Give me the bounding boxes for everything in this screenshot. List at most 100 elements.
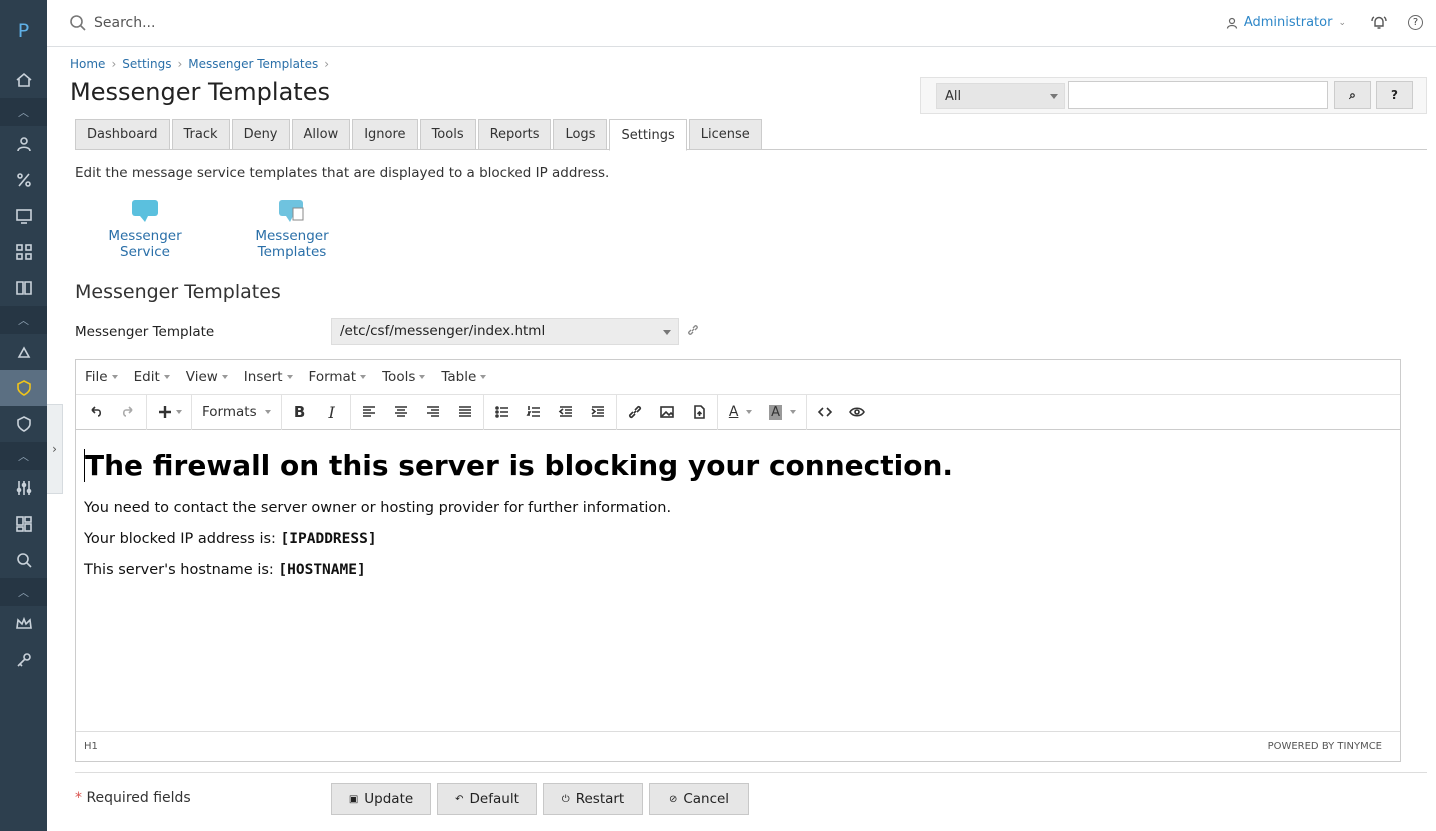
menu-insert[interactable]: Insert (239, 369, 298, 385)
source-code-icon[interactable] (809, 398, 841, 426)
preview-eye-icon[interactable] (841, 398, 873, 426)
tab-settings[interactable]: Settings (609, 119, 687, 151)
page-title: Messenger Templates (70, 78, 330, 106)
link-icon[interactable] (687, 324, 699, 336)
toolbar-divider (615, 394, 617, 430)
key-icon[interactable] (0, 642, 47, 678)
search-help-button[interactable]: ? (1376, 81, 1413, 109)
top-bar: Search... Administrator ⌄ ? (47, 0, 1436, 47)
background-color-icon[interactable]: A (762, 398, 804, 426)
tab-deny[interactable]: Deny (231, 119, 290, 150)
user-name: Administrator (1243, 15, 1333, 30)
default-button[interactable]: ↶ Default (437, 783, 537, 815)
chevron-down-icon (163, 375, 170, 379)
breadcrumb-separator-icon: › (111, 57, 117, 71)
menu-table[interactable]: Table (436, 369, 491, 385)
redo-icon[interactable] (112, 398, 144, 426)
formats-dropdown[interactable]: Formats (194, 404, 279, 420)
firewall-icon[interactable] (0, 370, 47, 406)
menu-edit[interactable]: Edit (129, 369, 175, 385)
home-icon[interactable] (0, 62, 47, 98)
left-sidebar: P ︿ ︿ ︿ ︿ (0, 0, 47, 831)
collapse-group-icon[interactable]: ︿ (0, 306, 47, 334)
search-filter-select[interactable]: All (936, 83, 1065, 109)
editor-paragraph-1: You need to contact the server owner or … (84, 500, 672, 516)
ipaddress-token: [IPADDRESS] (280, 531, 377, 547)
editor-content-area[interactable]: The firewall on this server is blocking … (76, 431, 1400, 731)
user-icon[interactable] (0, 126, 47, 162)
tab-license[interactable]: License (688, 119, 762, 150)
indent-icon[interactable] (582, 398, 614, 426)
crown-icon[interactable] (0, 606, 47, 642)
search-input[interactable] (1068, 81, 1328, 109)
menu-edit-label: Edit (133, 369, 160, 385)
notifications-icon[interactable] (1370, 14, 1388, 32)
sliders-icon[interactable] (0, 470, 47, 506)
breadcrumb-home[interactable]: Home (70, 57, 105, 71)
align-center-icon[interactable] (385, 398, 417, 426)
tab-logs[interactable]: Logs (553, 119, 608, 150)
bullet-list-icon[interactable] (486, 398, 518, 426)
shield-icon[interactable] (0, 406, 47, 442)
search-icon[interactable] (69, 14, 87, 32)
monitor-icon[interactable] (0, 198, 47, 234)
tab-track[interactable]: Track (171, 119, 230, 150)
intro-text: Edit the message service templates that … (75, 165, 610, 181)
apps-icon[interactable] (0, 234, 47, 270)
tab-reports[interactable]: Reports (477, 119, 552, 150)
powered-by-label[interactable]: POWERED BY TINYMCE (1268, 741, 1382, 752)
book-icon[interactable] (0, 270, 47, 306)
chevron-down-icon (1050, 94, 1058, 99)
dashboard-icon[interactable] (0, 506, 47, 542)
undo-icon[interactable] (80, 398, 112, 426)
chevron-down-icon (360, 375, 367, 379)
align-right-icon[interactable] (417, 398, 449, 426)
search-filter-value: All (945, 89, 962, 104)
search-button[interactable]: ⌕ (1334, 81, 1371, 109)
image-icon[interactable] (651, 398, 683, 426)
analytics-search-icon[interactable] (0, 542, 47, 578)
menu-format[interactable]: Format (304, 369, 372, 385)
messenger-templates-link[interactable]: Messenger Templates (242, 198, 342, 260)
tab-allow[interactable]: Allow (291, 119, 351, 150)
cancel-button[interactable]: ⊘ Cancel (649, 783, 749, 815)
section-title: Messenger Templates (75, 281, 281, 303)
align-left-icon[interactable] (353, 398, 385, 426)
element-path[interactable]: H1 (84, 741, 98, 752)
global-search-input[interactable]: Search... (94, 15, 155, 31)
insert-plus-icon[interactable] (149, 398, 189, 426)
tab-tools[interactable]: Tools (419, 119, 476, 150)
menu-tools[interactable]: Tools (377, 369, 430, 385)
cancel-icon: ⊘ (668, 793, 678, 805)
menu-view[interactable]: View (181, 369, 233, 385)
tab-dashboard[interactable]: Dashboard (75, 119, 170, 150)
upload-file-icon[interactable] (683, 398, 715, 426)
chevron-down-icon: ⌄ (1338, 17, 1346, 28)
help-icon[interactable]: ? (1408, 15, 1423, 30)
collapse-group-icon[interactable]: ︿ (0, 98, 47, 126)
outdent-icon[interactable] (550, 398, 582, 426)
menu-file[interactable]: File (80, 369, 123, 385)
expand-panel-button[interactable]: › (47, 404, 63, 494)
text-color-icon[interactable]: A (720, 398, 762, 426)
template-select[interactable]: /etc/csf/messenger/index.html (331, 318, 679, 345)
align-justify-icon[interactable] (449, 398, 481, 426)
link-icon[interactable] (619, 398, 651, 426)
toolbar-divider (716, 394, 718, 430)
bold-icon[interactable]: B (284, 398, 316, 426)
chevron-down-icon (480, 375, 487, 379)
breadcrumb-settings[interactable]: Settings (122, 57, 171, 71)
tab-ignore[interactable]: Ignore (352, 119, 418, 150)
collapse-group-icon[interactable]: ︿ (0, 578, 47, 606)
user-menu[interactable]: Administrator ⌄ (1226, 15, 1346, 30)
extension-icon[interactable] (0, 334, 47, 370)
restart-button[interactable]: ⏻ Restart (543, 783, 643, 815)
italic-icon[interactable]: I (316, 398, 348, 426)
numbered-list-icon[interactable] (518, 398, 550, 426)
app-logo[interactable]: P (0, 0, 47, 62)
percent-icon[interactable] (0, 162, 47, 198)
update-button[interactable]: ▣ Update (331, 783, 431, 815)
collapse-group-icon[interactable]: ︿ (0, 442, 47, 470)
breadcrumb-messenger-templates[interactable]: Messenger Templates (188, 57, 318, 71)
messenger-service-link[interactable]: Messenger Service (84, 198, 206, 260)
